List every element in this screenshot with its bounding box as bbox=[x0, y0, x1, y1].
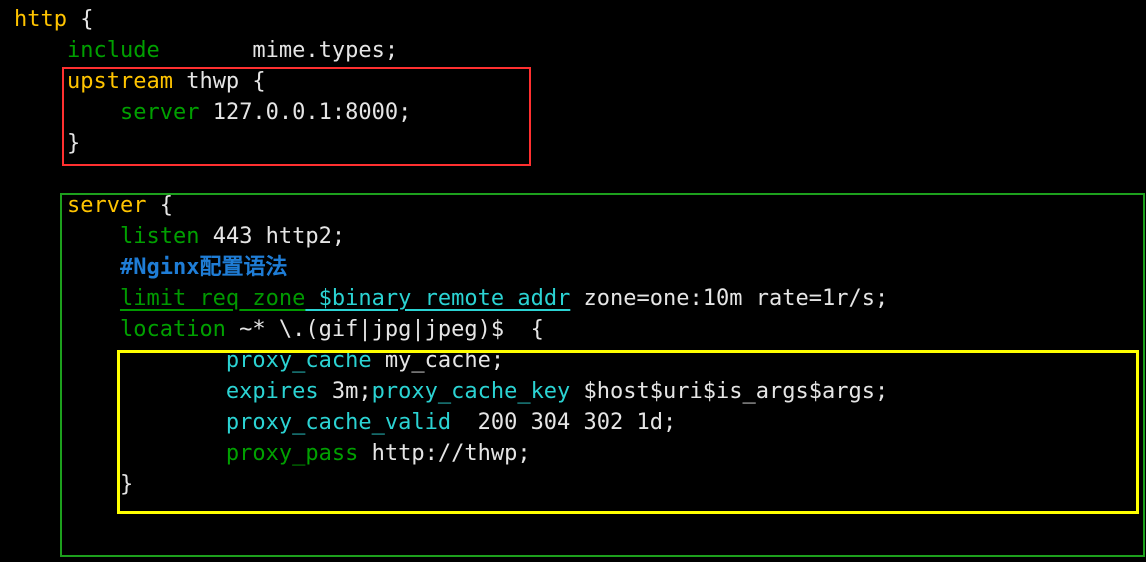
expires-val: 3m; bbox=[319, 379, 372, 404]
kw-upstream: upstream bbox=[67, 69, 173, 94]
directive-expires: expires bbox=[226, 379, 319, 404]
proxy-cache-valid-val: 200 304 302 1d; bbox=[451, 410, 676, 435]
brace: { bbox=[146, 193, 173, 218]
upstream-name: thwp { bbox=[173, 69, 266, 94]
brace: { bbox=[67, 7, 94, 32]
kw-http: http bbox=[14, 7, 67, 32]
directive-location: location bbox=[120, 317, 226, 342]
location-pattern: ~* \.(gif|jpg|jpeg)$ { bbox=[226, 317, 544, 342]
listen-val: 443 http2; bbox=[199, 224, 345, 249]
comment-hash: # bbox=[120, 255, 133, 280]
directive-proxy-cache: proxy_cache bbox=[226, 348, 372, 373]
directive-proxy-cache-key: proxy_cache_key bbox=[372, 379, 571, 404]
directive-server: server bbox=[120, 100, 199, 125]
comment-text: Nginx配置语法 bbox=[133, 255, 287, 280]
code-block: http { include mime.types; upstream thwp… bbox=[0, 0, 1146, 500]
lrz-rest: zone=one:10m rate=1r/s; bbox=[570, 286, 888, 311]
directive-include: include bbox=[67, 38, 160, 63]
directive-proxy-pass: proxy_pass bbox=[226, 441, 358, 466]
var-binary-remote: $binary_remote_addr bbox=[305, 286, 570, 311]
server-addr: 127.0.0.1:8000; bbox=[199, 100, 411, 125]
kw-server: server bbox=[67, 193, 146, 218]
proxy-cache-key-val: $host$uri$is_args$args; bbox=[570, 379, 888, 404]
proxy-cache-val: my_cache; bbox=[372, 348, 504, 373]
val-mime: mime.types bbox=[252, 38, 384, 63]
brace-close: } bbox=[120, 472, 133, 497]
brace-close: } bbox=[67, 131, 80, 156]
semi: ; bbox=[385, 38, 398, 63]
directive-proxy-cache-valid: proxy_cache_valid bbox=[226, 410, 451, 435]
proxy-pass-val: http://thwp; bbox=[358, 441, 530, 466]
directive-listen: listen bbox=[120, 224, 199, 249]
directive-limit-req-zone: limit_req_zone bbox=[120, 286, 305, 311]
